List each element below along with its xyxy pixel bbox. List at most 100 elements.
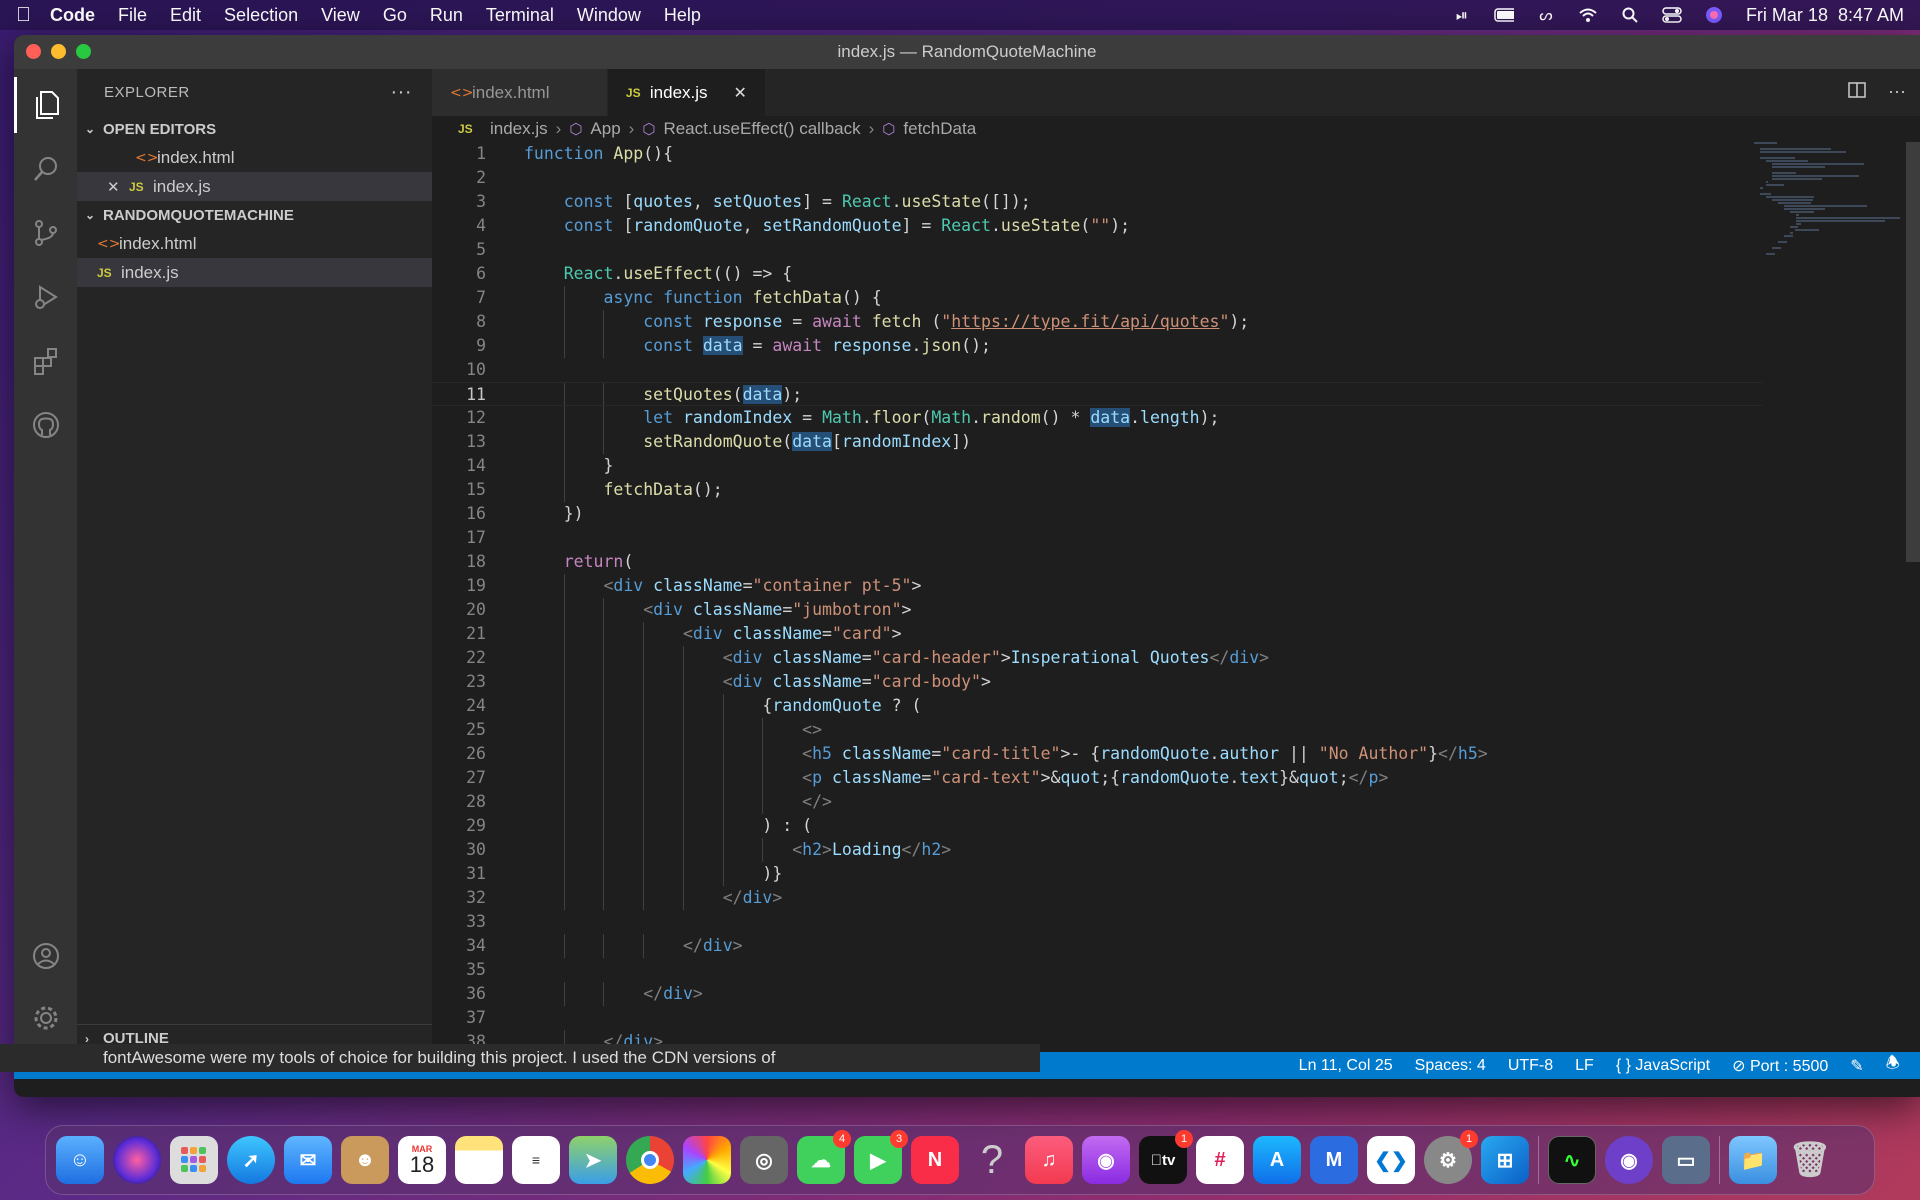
remote-desktop-icon[interactable]: ▭ — [1662, 1136, 1710, 1184]
code-line[interactable]: 23 <div className="card-body"> — [432, 670, 1762, 694]
activity-monitor-icon[interactable]: ∿ — [1548, 1136, 1596, 1184]
slack-icon[interactable]: # — [1196, 1136, 1244, 1184]
messages-icon[interactable]: ☁ 4 — [797, 1130, 851, 1184]
code-line[interactable]: 10 — [432, 358, 1762, 382]
launchpad-icon[interactable] — [170, 1136, 218, 1184]
downloads-folder-icon[interactable]: 📁 — [1729, 1136, 1777, 1184]
code-line[interactable]: 27 <p className="card-text">&quot;{rando… — [432, 766, 1762, 790]
file-item-js[interactable]: JS index.js — [77, 258, 432, 287]
run-debug-icon[interactable] — [14, 269, 77, 325]
mail-icon[interactable]: ✉ — [284, 1136, 332, 1184]
bluetooth-icon[interactable]: ᔕ — [1536, 7, 1556, 24]
live-server-port[interactable]: ⊘ Port : 5500 — [1732, 1056, 1828, 1076]
search-icon[interactable] — [14, 141, 77, 197]
code-line[interactable]: 22 <div className="card-header">Insperat… — [432, 646, 1762, 670]
safari-icon[interactable]: ➚ — [227, 1136, 275, 1184]
split-editor-icon[interactable] — [1848, 81, 1866, 104]
system-preferences-icon[interactable]: ⚙ 1 — [1424, 1130, 1478, 1184]
encoding[interactable]: UTF-8 — [1508, 1057, 1553, 1075]
code-editor[interactable]: 1 function App(){2 3 const [quotes, setQuo… — [432, 142, 1762, 1052]
help-question-icon[interactable]: ? — [968, 1136, 1016, 1184]
music-icon[interactable]: ♫ — [1025, 1136, 1073, 1184]
feedback-icon[interactable]: ✎ — [1850, 1056, 1863, 1076]
maps-icon[interactable]: ➤ — [569, 1136, 617, 1184]
code-line[interactable]: 32 </div> — [432, 886, 1762, 910]
file-item-html[interactable]: <> index.html — [77, 229, 432, 258]
more-actions-icon[interactable]: ··· — [391, 81, 412, 104]
siri-icon[interactable] — [1704, 7, 1724, 23]
code-line[interactable]: 17 — [432, 526, 1762, 550]
more-actions-icon[interactable]: ··· — [1888, 81, 1906, 104]
news-icon[interactable]: N — [911, 1136, 959, 1184]
zoom-window-button[interactable] — [76, 44, 91, 59]
code-line[interactable]: 19 <div className="container pt-5"> — [432, 574, 1762, 598]
language-mode[interactable]: { } JavaScript — [1616, 1057, 1710, 1075]
code-line[interactable]: 6 React.useEffect(() => { — [432, 262, 1762, 286]
extensions-icon[interactable] — [14, 333, 77, 389]
menu-window[interactable]: Window — [577, 5, 641, 26]
podcasts-icon[interactable]: ◉ — [1082, 1136, 1130, 1184]
tab-index-html[interactable]: <> index.html ✕ — [432, 69, 608, 116]
code-line[interactable]: 5 — [432, 238, 1762, 262]
mimestream-icon[interactable]: M — [1310, 1136, 1358, 1184]
code-line[interactable]: 20 <div className="jumbotron"> — [432, 598, 1762, 622]
close-icon[interactable]: ✕ — [107, 178, 129, 196]
vscode-app-icon[interactable]: ❮❯ — [1367, 1136, 1415, 1184]
code-line[interactable]: 21 <div className="card"> — [432, 622, 1762, 646]
code-line[interactable]: 26 <h5 className="card-title">- {randomQ… — [432, 742, 1762, 766]
line-ending[interactable]: LF — [1575, 1057, 1594, 1075]
indentation[interactable]: Spaces: 4 — [1415, 1057, 1486, 1075]
menubar-datetime[interactable]: Fri Mar 18 8:47 AM — [1746, 5, 1904, 26]
reminders-icon[interactable]: ≡ — [512, 1136, 560, 1184]
code-line[interactable]: 28 </> — [432, 790, 1762, 814]
apple-menu-icon[interactable]:  — [16, 4, 50, 27]
code-line[interactable]: 11 setQuotes(data); — [432, 382, 1762, 406]
code-line[interactable]: 30 <h2>Loading</h2> — [432, 838, 1762, 862]
code-line[interactable]: 2 — [432, 166, 1762, 190]
code-line[interactable]: 25 <> — [432, 718, 1762, 742]
contacts-icon[interactable]: ☻ — [341, 1136, 389, 1184]
windows-app-icon[interactable]: ⊞ — [1481, 1136, 1529, 1184]
open-editor-item-js[interactable]: ✕ JS index.js — [77, 172, 432, 201]
code-line[interactable]: 33 — [432, 910, 1762, 934]
app-store-icon[interactable]: A — [1253, 1136, 1301, 1184]
apple-tv-icon[interactable]: tv1 — [1139, 1130, 1193, 1184]
breadcrumb-symbol[interactable]: App — [590, 119, 620, 139]
tab-index-js[interactable]: JS index.js ✕ — [607, 69, 766, 116]
code-line[interactable]: 8 const response = await fetch ("https:/… — [432, 310, 1762, 334]
play-status-icon[interactable]: ⏯ — [1452, 7, 1472, 24]
breadcrumb-symbol[interactable]: fetchData — [903, 119, 976, 139]
control-center-icon[interactable] — [1662, 7, 1682, 23]
code-line[interactable]: 7 async function fetchData() { — [432, 286, 1762, 310]
code-line[interactable]: 34 </div> — [432, 934, 1762, 958]
open-editors-section[interactable]: ⌄ OPEN EDITORS — [77, 115, 432, 143]
chrome-icon[interactable] — [626, 1136, 674, 1184]
menu-terminal[interactable]: Terminal — [486, 5, 554, 26]
code-line[interactable]: 9 const data = await response.json(); — [432, 334, 1762, 358]
menu-edit[interactable]: Edit — [170, 5, 201, 26]
minimap[interactable] — [1754, 142, 1904, 1052]
vertical-scrollbar[interactable] — [1906, 142, 1920, 562]
battery-icon[interactable] — [1494, 7, 1514, 23]
accounts-icon[interactable] — [14, 928, 77, 984]
code-line[interactable]: 12 let randomIndex = Math.floor(Math.ran… — [432, 406, 1762, 430]
menu-go[interactable]: Go — [383, 5, 407, 26]
code-line[interactable]: 3 const [quotes, setQuotes] = React.useS… — [432, 190, 1762, 214]
code-line[interactable]: 1 function App(){ — [432, 142, 1762, 166]
source-control-icon[interactable] — [14, 205, 77, 261]
siri-app-icon[interactable] — [113, 1136, 161, 1184]
spotlight-search-icon[interactable] — [1620, 7, 1640, 23]
wifi-icon[interactable] — [1578, 7, 1598, 23]
project-folder-section[interactable]: ⌄ RANDOMQUOTEMACHINE — [77, 201, 432, 229]
notifications-bell-icon[interactable]: 🕭 — [1886, 1052, 1900, 1079]
close-window-button[interactable] — [26, 44, 41, 59]
facetime-icon[interactable]: ▶ 3 — [854, 1130, 908, 1184]
cursor-position[interactable]: Ln 11, Col 25 — [1299, 1057, 1393, 1075]
code-line[interactable]: 36 </div> — [432, 982, 1762, 1006]
menu-app-name[interactable]: Code — [50, 5, 95, 26]
github-desktop-icon[interactable]: ◉ — [1605, 1136, 1653, 1184]
menu-view[interactable]: View — [321, 5, 360, 26]
code-line[interactable]: 35 — [432, 958, 1762, 982]
code-line[interactable]: 16 }) — [432, 502, 1762, 526]
finder-icon[interactable]: ☺ — [56, 1136, 104, 1184]
